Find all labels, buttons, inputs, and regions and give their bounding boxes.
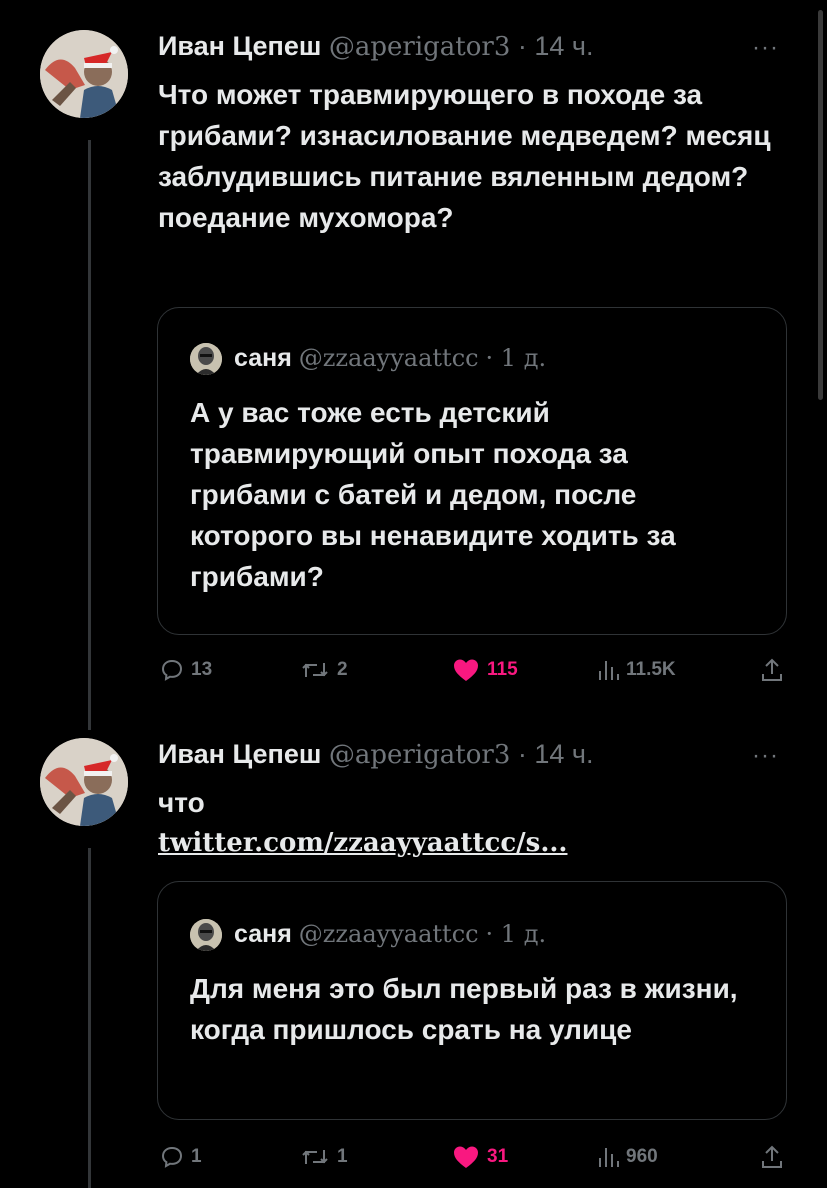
author-handle[interactable]: @aperigator3	[329, 740, 511, 770]
tweet-header: Иван Цепеш @aperigator3 · 14 ч.	[158, 31, 594, 62]
author-name[interactable]: Иван Цепеш	[158, 739, 321, 769]
tweet-text: что twitter.com/zzaayyaattcc/s...	[158, 782, 788, 864]
tweet-text-body: что	[158, 787, 205, 818]
retweet-button[interactable]: 1	[300, 1142, 348, 1172]
tweet-time[interactable]: · 14 ч.	[518, 31, 594, 61]
retweet-count: 2	[337, 659, 348, 680]
views-count: 960	[626, 1146, 658, 1167]
tweet[interactable]: Иван Цепеш @aperigator3 · 14 ч. ··· что …	[0, 720, 827, 1188]
quote-header: саня @zzaayyaattcc · 1 д.	[234, 344, 546, 373]
like-count: 115	[487, 659, 518, 680]
thread-line	[88, 140, 91, 730]
avatar[interactable]	[40, 30, 128, 118]
heart-icon	[454, 1146, 478, 1168]
share-button[interactable]	[760, 655, 784, 685]
quote-avatar	[190, 343, 222, 375]
avatar[interactable]	[40, 738, 128, 826]
author-name[interactable]: Иван Цепеш	[158, 31, 321, 61]
thread-line	[88, 720, 91, 730]
more-options-button[interactable]: ···	[752, 742, 779, 770]
views-icon	[599, 1148, 619, 1167]
retweet-button[interactable]: 2	[300, 655, 348, 685]
views-icon	[599, 661, 619, 680]
retweet-icon	[302, 1150, 328, 1164]
reply-button[interactable]: 13	[160, 655, 212, 685]
quote-header: саня @zzaayyaattcc · 1 д.	[234, 920, 546, 949]
tweet-link[interactable]: twitter.com/zzaayyaattcc/s...	[158, 823, 788, 864]
more-options-button[interactable]: ···	[752, 34, 779, 62]
share-icon	[762, 1145, 782, 1168]
views-count: 11.5K	[626, 659, 676, 680]
tweet-actions: 1 1 31 960	[160, 1142, 790, 1172]
tweet-header: Иван Цепеш @aperigator3 · 14 ч.	[158, 739, 594, 770]
author-handle[interactable]: @aperigator3	[329, 32, 511, 62]
avatar-image	[40, 30, 128, 118]
tweet[interactable]: Иван Цепеш @aperigator3 · 14 ч. ··· Что …	[0, 0, 827, 730]
tweet-time[interactable]: · 14 ч.	[518, 739, 594, 769]
like-button[interactable]: 31	[452, 1142, 508, 1172]
like-button[interactable]: 115	[452, 655, 518, 685]
quote-tweet[interactable]: саня @zzaayyaattcc · 1 д. Для меня это б…	[157, 881, 787, 1120]
quote-text: А у вас тоже есть детский травмирующий о…	[190, 397, 676, 592]
quote-avatar-image	[190, 919, 222, 951]
quote-author-name: саня	[234, 344, 292, 372]
quote-author-name: саня	[234, 920, 292, 948]
reply-icon	[161, 1146, 183, 1168]
share-button[interactable]	[760, 1142, 784, 1172]
quote-time: · 1 д.	[485, 344, 547, 372]
reply-count: 1	[191, 1146, 202, 1167]
thread-line	[88, 848, 91, 1188]
quote-avatar-image	[190, 343, 222, 375]
reply-count: 13	[191, 659, 213, 680]
tweet-actions: 13 2 115 11.5K	[160, 655, 790, 685]
quote-tweet[interactable]: саня @zzaayyaattcc · 1 д. А у вас тоже е…	[157, 307, 787, 635]
retweet-count: 1	[337, 1146, 348, 1167]
quote-time: · 1 д.	[485, 920, 547, 948]
like-count: 31	[487, 1146, 509, 1167]
quote-author-handle: @zzaayyaattcc	[298, 344, 479, 372]
tweet-text: Что может травмирующего в походе за гриб…	[158, 79, 771, 233]
avatar-image	[40, 738, 128, 826]
reply-button[interactable]: 1	[160, 1142, 202, 1172]
reply-icon	[161, 659, 183, 681]
views-button[interactable]: 960	[597, 1142, 658, 1172]
heart-icon	[454, 659, 478, 681]
views-button[interactable]: 11.5K	[597, 655, 676, 685]
quote-avatar	[190, 919, 222, 951]
retweet-icon	[302, 663, 328, 677]
quote-author-handle: @zzaayyaattcc	[298, 920, 479, 948]
quote-text: Для меня это был первый раз в жизни, ког…	[190, 973, 738, 1045]
share-icon	[762, 658, 782, 681]
